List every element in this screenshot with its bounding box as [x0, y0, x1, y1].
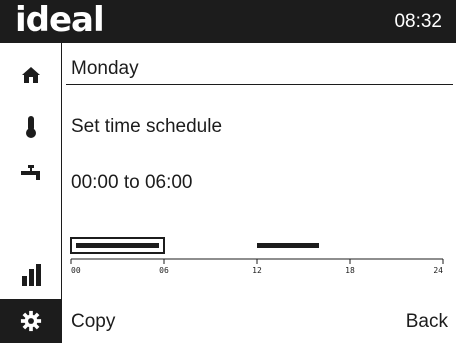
page-title: Set time schedule — [71, 116, 223, 137]
timeline-tick-label: 06 — [159, 266, 169, 275]
timeline-tick-label: 12 — [252, 266, 262, 275]
period-text[interactable]: 00:00 to 06:00 — [71, 172, 193, 194]
timeline-tick-label: 00 — [71, 266, 81, 275]
clock: 08:32 — [394, 11, 442, 32]
header-divider — [66, 84, 453, 85]
schedule-timeline[interactable]: 00 06 12 18 24 — [66, 232, 453, 277]
thermometer-icon[interactable] — [0, 109, 61, 145]
timeline-selected-bar — [76, 243, 159, 248]
home-icon[interactable] — [0, 57, 61, 93]
bar-chart-icon[interactable] — [0, 257, 61, 293]
timeline-tick-label: 18 — [345, 266, 355, 275]
day-label: Monday — [71, 58, 139, 79]
back-button[interactable]: Back — [406, 311, 448, 333]
tap-icon[interactable] — [0, 156, 61, 192]
sidebar-divider — [61, 43, 62, 343]
sidebar — [0, 43, 61, 343]
timeline-period-bar[interactable] — [257, 243, 319, 248]
top-bar: ideal 08:32 — [0, 0, 456, 43]
copy-button[interactable]: Copy — [71, 311, 115, 333]
gear-icon[interactable] — [0, 299, 61, 343]
timeline-tick-label: 24 — [433, 266, 443, 275]
brand-logo: ideal — [15, 0, 105, 40]
